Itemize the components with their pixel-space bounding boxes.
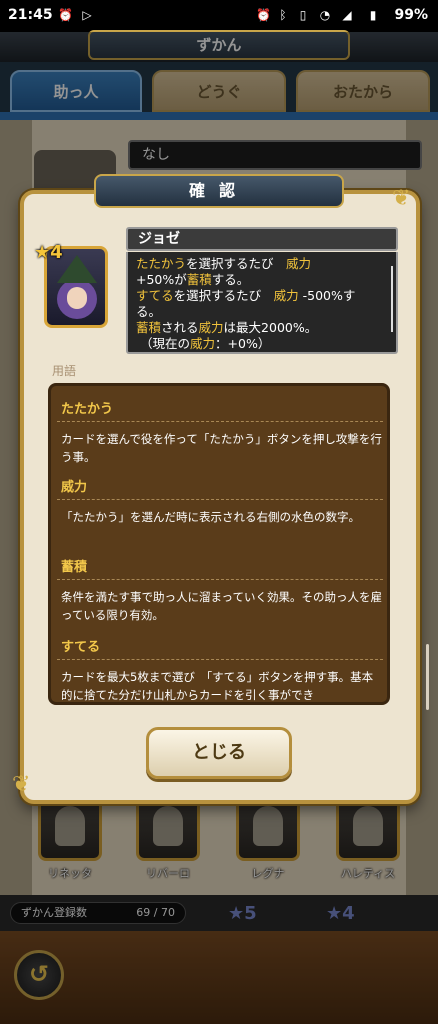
effect-line: 蓄積される威力は最大2000%。 <box>136 320 384 336</box>
effect-keyword: 威力 <box>273 288 299 303</box>
play-store-icon: ▷ <box>82 8 92 22</box>
effect-text: （現在の <box>139 336 190 351</box>
terms-panel[interactable]: たたかう カードを選んで役を作って「たたかう」ボタンを押し攻撃を行う事。 威力 … <box>48 383 390 705</box>
effect-text: する。 <box>211 272 250 287</box>
vibrate-icon: ▯ <box>299 8 307 22</box>
alarm-icon: ⏰ <box>58 8 73 22</box>
effect-scrollbar[interactable] <box>391 266 393 332</box>
effect-keyword: 威力 <box>286 256 312 271</box>
witch-hat <box>57 255 97 283</box>
corner-ornament-icon: ❦ <box>392 186 411 211</box>
battery-icon: ▮ <box>369 8 377 22</box>
bluetooth-icon: ᛒ <box>279 8 287 22</box>
clock: 21:45 <box>8 7 53 23</box>
effect-text: ：+0%） <box>215 336 271 351</box>
effect-keyword: たたかう <box>136 256 187 271</box>
terms-scrollbar[interactable] <box>426 644 429 710</box>
effect-keyword: 蓄積 <box>136 320 162 335</box>
term-text: カードを最大5枚まで選び 「すてる」ボタンを押す事。基本的に捨てた分だけ山札から… <box>61 670 374 702</box>
effect-line: （現在の威力：+0%） <box>136 336 384 352</box>
term-title: 蓄積 <box>61 560 88 575</box>
effect-keyword: すてる <box>136 288 174 303</box>
battery-percent: 99% <box>394 7 428 23</box>
effect-keyword: 威力 <box>198 320 224 335</box>
term-divider <box>57 579 383 580</box>
status-bar: 21:45 ⏰ ▷ ⏰ ᛒ ▯ ◔ ◢ ▮ 99% <box>0 0 438 32</box>
rarity-badge: ★4 <box>34 242 63 263</box>
portrait-face <box>67 287 87 309</box>
wifi-icon: ◔ <box>319 8 331 22</box>
alarm-icon: ⏰ <box>256 8 271 22</box>
effect-line: たたかうを選択するたび 威力 <box>136 256 384 272</box>
effect-text: される <box>161 320 199 335</box>
term-text: カードを選んで役を作って「たたかう」ボタンを押し攻撃を行う事。 <box>61 432 382 464</box>
term-text: 条件を満たす事で助っ人に溜まっていく効果。その助っ人を雇っている限り有効。 <box>61 590 382 622</box>
effect-line: すてるを選択するたび 威力 -500%す <box>136 288 384 304</box>
effect-text: -500%す <box>298 288 356 303</box>
term-title: すてる <box>61 640 101 655</box>
close-button[interactable]: とじる <box>146 727 292 779</box>
term-title: 威力 <box>61 480 88 495</box>
effect-keyword: 蓄積 <box>186 272 212 287</box>
character-name: ジョゼ <box>126 227 398 251</box>
term-text: 「たたかう」を選んだ時に表示される右側の水色の数字。 <box>61 510 360 524</box>
effect-text: を選択するたび <box>173 288 274 303</box>
effect-line: +50%が蓄積する。 <box>136 272 384 288</box>
terms-label: 用語 <box>52 364 77 378</box>
term-divider <box>57 659 383 660</box>
effect-keyword: 威力 <box>190 336 216 351</box>
effect-text: を選択するたび <box>186 256 287 271</box>
term-divider <box>57 499 383 500</box>
dialog-title: 確認 <box>94 174 344 208</box>
corner-ornament-icon: ❦ <box>12 772 31 797</box>
term-divider <box>57 421 383 422</box>
effect-text: は最大2000%。 <box>223 320 318 335</box>
effect-description: たたかうを選択するたび 威力 +50%が蓄積する。 すてるを選択するたび 威力 … <box>126 252 398 354</box>
signal-icon: ◢ <box>342 8 352 22</box>
effect-line: る。 <box>136 304 162 319</box>
term-title: たたかう <box>61 402 114 417</box>
effect-text: +50%が <box>136 272 187 287</box>
